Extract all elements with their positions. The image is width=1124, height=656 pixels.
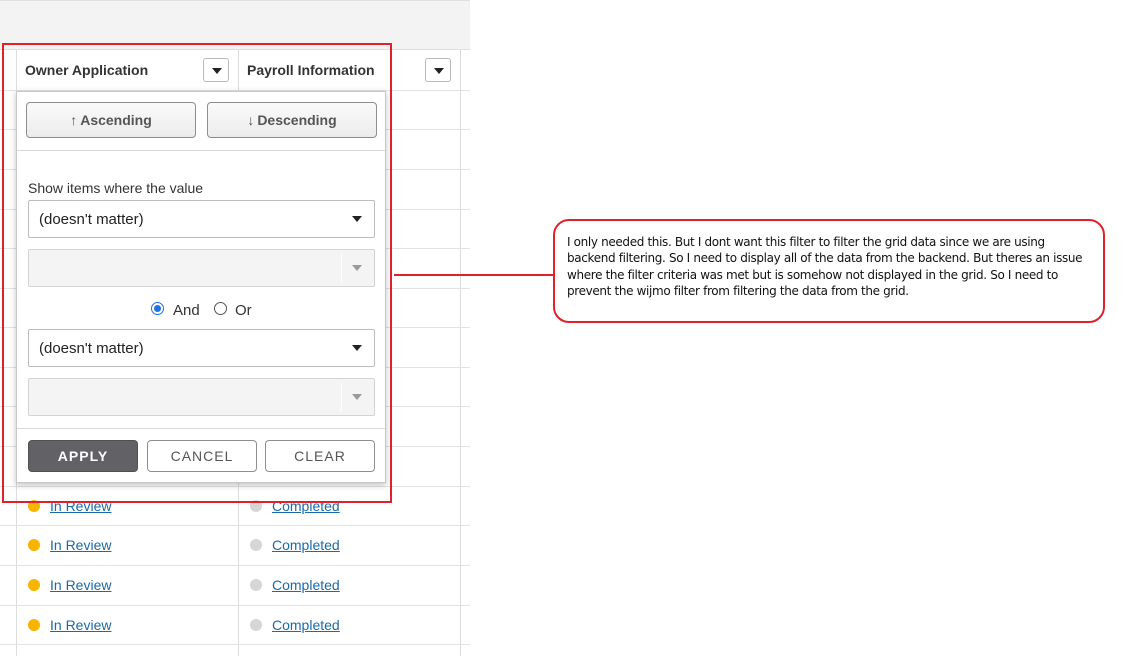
payroll-status-link[interactable]: Completed: [272, 577, 340, 593]
table-row: In Review Completed: [17, 526, 460, 564]
status-dot-icon: [250, 619, 262, 631]
annotation-text: I only needed this. But I dont want this…: [567, 235, 1083, 298]
status-dot-icon: [28, 579, 40, 591]
owner-status-link[interactable]: In Review: [50, 617, 111, 633]
status-dot-icon: [28, 619, 40, 631]
table-row: In Review Completed: [17, 606, 460, 644]
filter-dropdown-button[interactable]: [425, 58, 451, 82]
owner-status-link[interactable]: In Review: [50, 537, 111, 553]
status-dot-icon: [250, 579, 262, 591]
owner-status-link[interactable]: In Review: [50, 577, 111, 593]
annotation-callout: I only needed this. But I dont want this…: [553, 219, 1105, 323]
payroll-status-link[interactable]: Completed: [272, 537, 340, 553]
highlight-box: [2, 43, 392, 503]
grid-row-divider: [0, 644, 470, 645]
table-row: In Review Completed: [17, 566, 460, 604]
payroll-status-link[interactable]: Completed: [272, 617, 340, 633]
status-dot-icon: [28, 539, 40, 551]
status-dot-icon: [250, 539, 262, 551]
callout-connector: [394, 274, 554, 276]
